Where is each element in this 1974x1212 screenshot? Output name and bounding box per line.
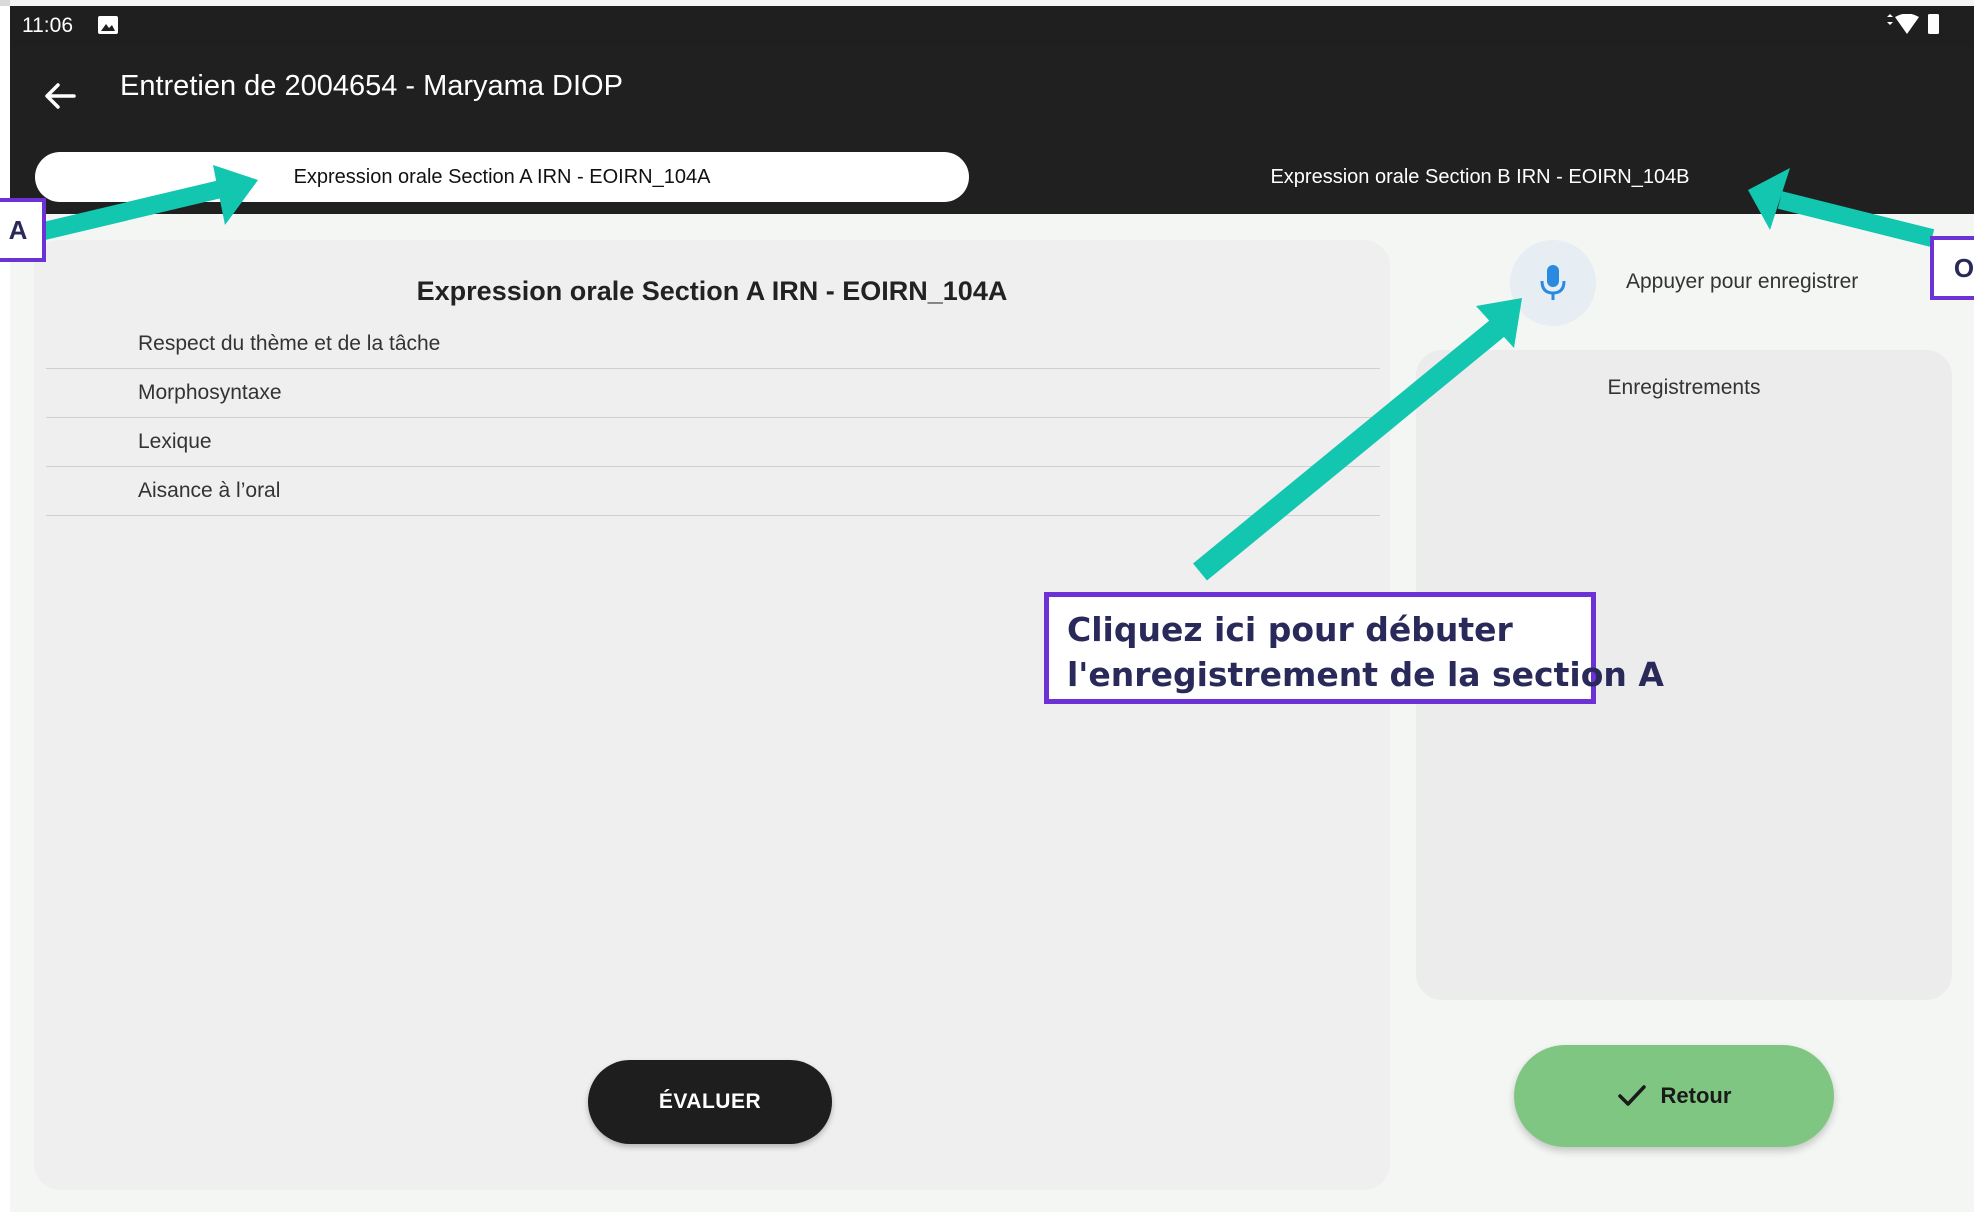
data-arrows-icon — [1887, 14, 1893, 25]
page-title: Entretien de 2004654 - Maryama DIOP — [120, 70, 623, 102]
status-time: 11:06 — [22, 14, 73, 37]
record-button[interactable] — [1510, 240, 1596, 326]
evaluation-card: Expression orale Section A IRN - EOIRN_1… — [34, 240, 1390, 1190]
app-screen: 11:06 Entretien de 2004654 - Maryama DIO… — [10, 0, 1974, 1212]
criterion-row[interactable]: Aisance à l’oral — [46, 467, 1380, 516]
criterion-row[interactable]: Lexique — [46, 418, 1380, 467]
criterion-row[interactable]: Respect du thème et de la tâche — [46, 320, 1380, 369]
annotation-callout: Cliquez ici pour débuter l'enregistremen… — [1044, 592, 1664, 704]
status-bar: 11:06 — [10, 6, 1974, 46]
criterion-row[interactable]: Morphosyntaxe — [46, 369, 1380, 418]
microphone-icon — [1540, 265, 1566, 300]
wifi-icon — [1895, 14, 1919, 34]
criterion-label: Aisance à l’oral — [138, 479, 281, 502]
check-icon — [1617, 1085, 1646, 1106]
image-icon — [98, 16, 118, 34]
callout-line-2: l'enregistrement de la section A — [1067, 655, 1664, 694]
section-title: Expression orale Section A IRN - EOIRN_1… — [416, 276, 1008, 306]
callout-line-1: Cliquez ici pour débuter — [1067, 610, 1513, 649]
recordings-title: Enregistrements — [1607, 376, 1761, 399]
battery-icon — [1928, 14, 1939, 34]
evaluate-button[interactable]: ÉVALUER — [588, 1060, 832, 1144]
criteria-list: Respect du thème et de la tâche Morphosy… — [46, 320, 1380, 516]
app-bar: Entretien de 2004654 - Maryama DIOP Expr… — [10, 46, 1974, 214]
retour-label: Retour — [1660, 1083, 1732, 1108]
tab-section-a-label: Expression orale Section A IRN - EOIRN_1… — [293, 165, 711, 188]
status-icons — [1887, 14, 1939, 34]
tab-section-a[interactable]: Expression orale Section A IRN - EOIRN_1… — [35, 152, 969, 202]
tab-section-b-label: Expression orale Section B IRN - EOIRN_1… — [1270, 165, 1690, 188]
retour-button[interactable]: Retour — [1514, 1045, 1834, 1147]
annotation-marker-o: O — [1930, 236, 1974, 300]
criterion-label: Lexique — [138, 430, 212, 453]
annotation-marker-a: A — [0, 198, 46, 262]
tab-section-b[interactable]: Expression orale Section B IRN - EOIRN_1… — [1010, 152, 1950, 202]
arrow-back-icon[interactable] — [36, 72, 88, 120]
record-hint: Appuyer pour enregistrer — [1626, 270, 1859, 293]
criterion-label: Morphosyntaxe — [138, 381, 282, 404]
criterion-label: Respect du thème et de la tâche — [138, 332, 441, 355]
